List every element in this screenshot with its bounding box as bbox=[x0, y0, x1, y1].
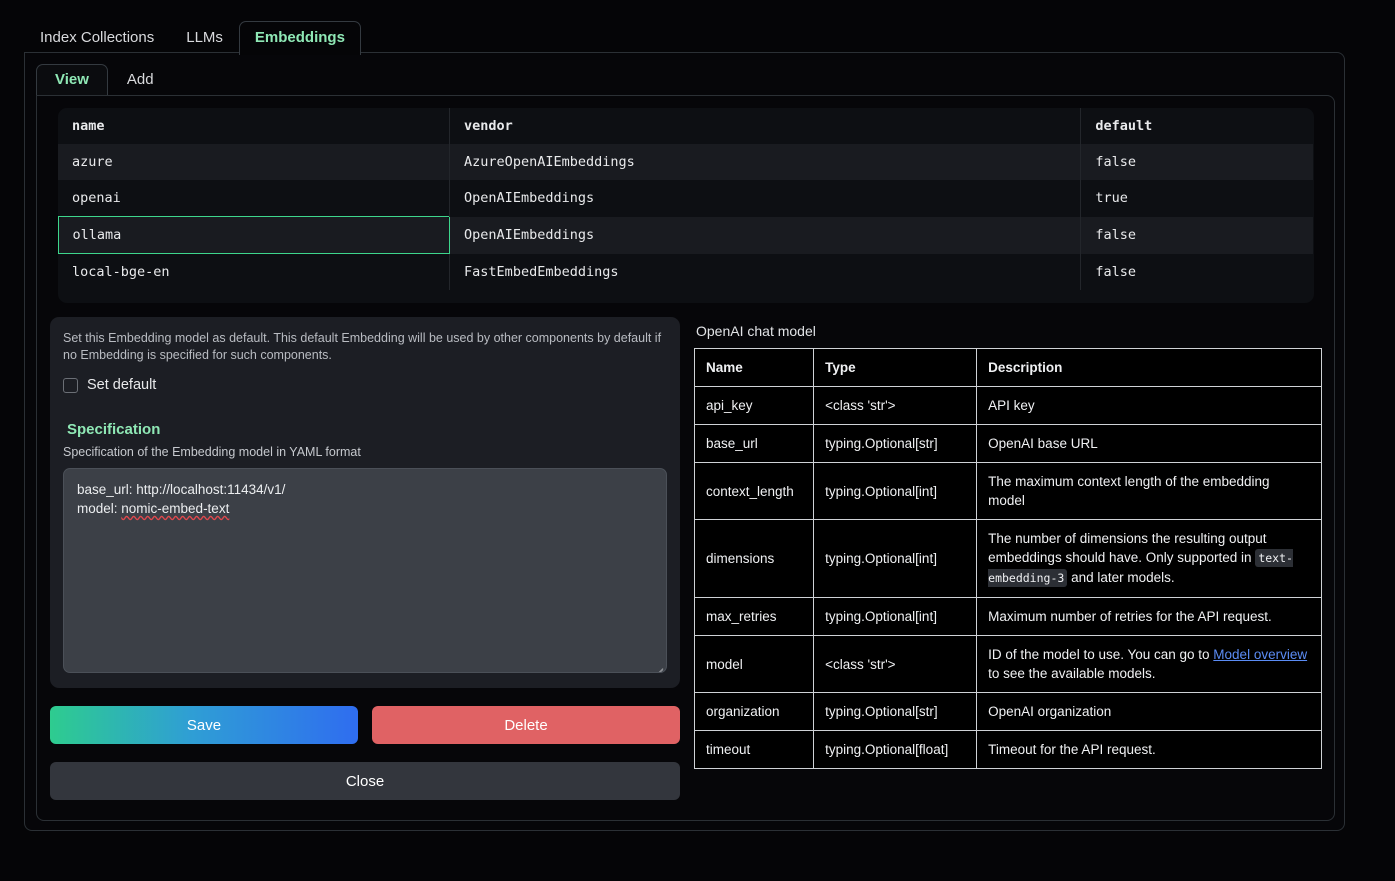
spec-cell-type: typing.Optional[str] bbox=[814, 693, 977, 731]
cell-vendor[interactable]: OpenAIEmbeddings bbox=[450, 180, 1081, 217]
embedding-models-table: name vendor default azure AzureOpenAIEmb… bbox=[58, 108, 1314, 290]
embeddings-panel: View Add name vendor default bbox=[24, 52, 1345, 831]
desc-text-pre: The number of dimensions the resulting o… bbox=[988, 531, 1266, 565]
desc-text-pre: ID of the model to use. You can go to bbox=[988, 647, 1213, 662]
set-default-row[interactable]: Set default bbox=[63, 377, 667, 393]
spec-panel-heading: OpenAI chat model bbox=[696, 323, 1322, 339]
spec-cell-type: <class 'str'> bbox=[814, 387, 977, 425]
spec-column-header-description: Description bbox=[977, 349, 1322, 387]
spec-cell-name: dimensions bbox=[695, 520, 814, 598]
cell-name[interactable]: local-bge-en bbox=[58, 254, 450, 291]
spec-column-header-type: Type bbox=[814, 349, 977, 387]
cell-default[interactable]: false bbox=[1081, 144, 1313, 180]
spec-cell-description: ID of the model to use. You can go to Mo… bbox=[977, 636, 1322, 693]
spec-row: api_key <class 'str'> API key bbox=[695, 387, 1322, 425]
model-settings-card: Set this Embedding model as default. Thi… bbox=[50, 317, 680, 688]
table-row[interactable]: local-bge-en FastEmbedEmbeddings false bbox=[58, 254, 1313, 291]
model-overview-link[interactable]: Model overview bbox=[1213, 647, 1307, 662]
view-tab-content: name vendor default azure AzureOpenAIEmb… bbox=[36, 95, 1335, 821]
cell-name-selected[interactable]: ollama bbox=[58, 217, 450, 254]
specification-heading: Specification bbox=[67, 421, 667, 438]
detail-columns: Set this Embedding model as default. Thi… bbox=[49, 317, 1322, 800]
tab-view[interactable]: View bbox=[36, 64, 108, 96]
column-header-vendor[interactable]: vendor bbox=[450, 108, 1081, 144]
spec-cell-type: typing.Optional[str] bbox=[814, 425, 977, 463]
model-editor-column: Set this Embedding model as default. Thi… bbox=[50, 317, 680, 800]
delete-button[interactable]: Delete bbox=[372, 706, 680, 744]
specification-yaml-textarea[interactable]: base_url: http://localhost:11434/v1/ mod… bbox=[63, 468, 667, 673]
spec-row: model <class 'str'> ID of the model to u… bbox=[695, 636, 1322, 693]
specification-subtitle: Specification of the Embedding model in … bbox=[63, 445, 667, 459]
desc-text-post: to see the available models. bbox=[988, 666, 1155, 681]
spec-row: organization typing.Optional[str] OpenAI… bbox=[695, 693, 1322, 731]
cell-default[interactable]: false bbox=[1081, 254, 1313, 291]
column-header-default[interactable]: default bbox=[1081, 108, 1313, 144]
spec-cell-description: OpenAI base URL bbox=[977, 425, 1322, 463]
cell-vendor[interactable]: FastEmbedEmbeddings bbox=[450, 254, 1081, 291]
spec-cell-name: timeout bbox=[695, 731, 814, 769]
resize-handle-icon[interactable] bbox=[652, 659, 663, 670]
cell-vendor[interactable]: OpenAIEmbeddings bbox=[450, 217, 1081, 254]
secondary-tabbar: View Add bbox=[36, 64, 173, 96]
spec-row: max_retries typing.Optional[int] Maximum… bbox=[695, 598, 1322, 636]
spec-cell-name: model bbox=[695, 636, 814, 693]
spec-cell-type: typing.Optional[int] bbox=[814, 598, 977, 636]
spec-cell-name: api_key bbox=[695, 387, 814, 425]
spec-row: timeout typing.Optional[float] Timeout f… bbox=[695, 731, 1322, 769]
spec-cell-name: organization bbox=[695, 693, 814, 731]
spec-reference-column: OpenAI chat model Name Type Description bbox=[694, 317, 1322, 800]
spec-cell-type: typing.Optional[int] bbox=[814, 463, 977, 520]
cell-default[interactable]: true bbox=[1081, 180, 1313, 217]
spec-cell-name: context_length bbox=[695, 463, 814, 520]
spec-header-row: Name Type Description bbox=[695, 349, 1322, 387]
yaml-line-model-prefix: model: bbox=[77, 501, 121, 516]
cell-default[interactable]: false bbox=[1081, 217, 1313, 254]
save-button[interactable]: Save bbox=[50, 706, 358, 744]
set-default-label: Set default bbox=[87, 377, 156, 393]
tab-llms[interactable]: LLMs bbox=[170, 21, 239, 55]
tab-index-collections[interactable]: Index Collections bbox=[24, 21, 170, 55]
spec-row: context_length typing.Optional[int] The … bbox=[695, 463, 1322, 520]
spec-row: base_url typing.Optional[str] OpenAI bas… bbox=[695, 425, 1322, 463]
yaml-line-model-value: nomic-embed-text bbox=[121, 501, 229, 516]
yaml-line-base-url: base_url: http://localhost:11434/v1/ bbox=[77, 482, 285, 497]
spec-cell-description: Timeout for the API request. bbox=[977, 731, 1322, 769]
cell-name[interactable]: openai bbox=[58, 180, 450, 217]
desc-text-post: and later models. bbox=[1067, 570, 1174, 585]
spec-cell-name: max_retries bbox=[695, 598, 814, 636]
embedding-models-table-card: name vendor default azure AzureOpenAIEmb… bbox=[58, 108, 1314, 303]
spec-cell-description: API key bbox=[977, 387, 1322, 425]
spec-cell-type: typing.Optional[float] bbox=[814, 731, 977, 769]
table-row[interactable]: azure AzureOpenAIEmbeddings false bbox=[58, 144, 1313, 180]
spec-cell-description: The number of dimensions the resulting o… bbox=[977, 520, 1322, 598]
spec-cell-description: The maximum context length of the embedd… bbox=[977, 463, 1322, 520]
table-row[interactable]: openai OpenAIEmbeddings true bbox=[58, 180, 1313, 217]
set-default-checkbox[interactable] bbox=[63, 378, 78, 393]
close-button[interactable]: Close bbox=[50, 762, 680, 800]
tab-embeddings[interactable]: Embeddings bbox=[239, 21, 361, 55]
default-description: Set this Embedding model as default. Thi… bbox=[63, 330, 667, 364]
tab-add[interactable]: Add bbox=[108, 64, 173, 96]
spec-cell-type: typing.Optional[int] bbox=[814, 520, 977, 598]
spec-row: dimensions typing.Optional[int] The numb… bbox=[695, 520, 1322, 598]
table-row-selected[interactable]: ollama OpenAIEmbeddings false bbox=[58, 217, 1313, 254]
spec-parameters-table: Name Type Description api_key <class 'st… bbox=[694, 348, 1322, 769]
spec-cell-type: <class 'str'> bbox=[814, 636, 977, 693]
spec-cell-description: Maximum number of retries for the API re… bbox=[977, 598, 1322, 636]
embeddings-config-screen: Index Collections LLMs Embeddings View A… bbox=[0, 0, 1395, 881]
cell-name[interactable]: azure bbox=[58, 144, 450, 180]
spec-cell-name: base_url bbox=[695, 425, 814, 463]
action-button-row: Save Delete bbox=[50, 706, 680, 744]
table-header-row: name vendor default bbox=[58, 108, 1313, 144]
spec-column-header-name: Name bbox=[695, 349, 814, 387]
spec-cell-description: OpenAI organization bbox=[977, 693, 1322, 731]
cell-vendor[interactable]: AzureOpenAIEmbeddings bbox=[450, 144, 1081, 180]
column-header-name[interactable]: name bbox=[58, 108, 450, 144]
primary-tabbar: Index Collections LLMs Embeddings bbox=[24, 21, 361, 55]
